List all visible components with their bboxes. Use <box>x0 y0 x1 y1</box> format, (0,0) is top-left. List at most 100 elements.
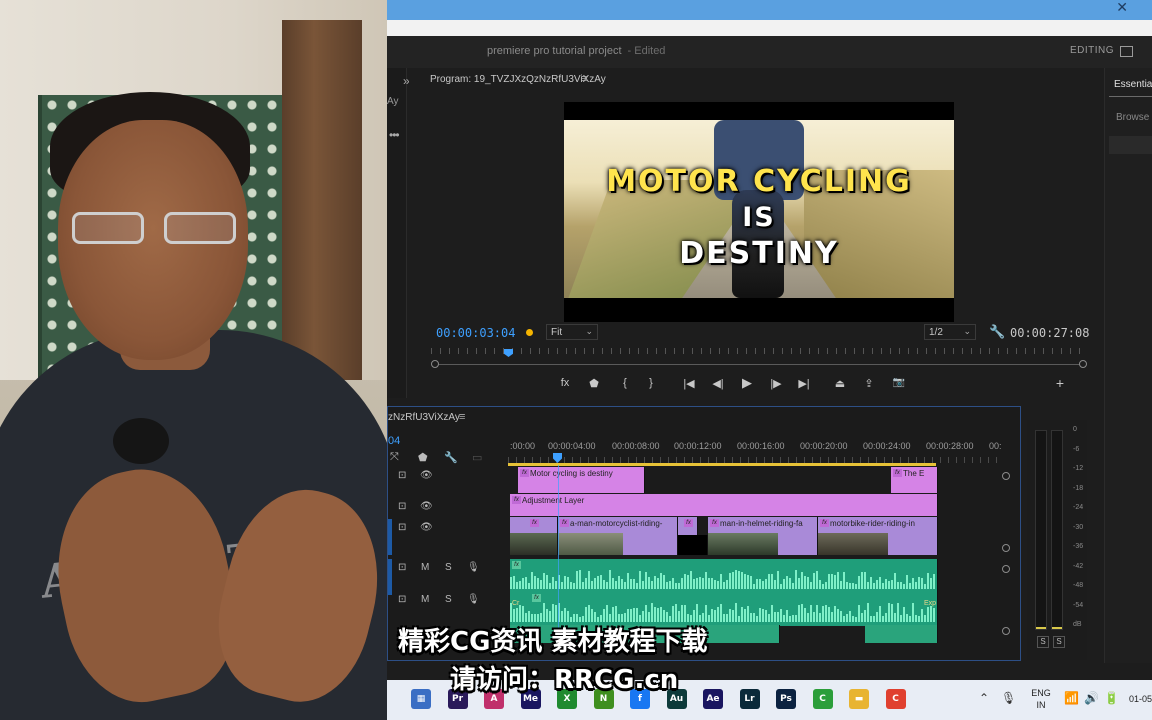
panel-menu-icon[interactable]: ≡ <box>459 411 465 423</box>
scroll-handle[interactable] <box>1002 565 1010 573</box>
add-marker-icon[interactable]: ⬟ <box>418 451 428 464</box>
mute-button[interactable]: M <box>421 562 429 573</box>
export-frame-button[interactable]: 📷 <box>891 377 907 388</box>
scroll-handle[interactable] <box>1002 544 1010 552</box>
microphone-icon[interactable]: 🎙 <box>467 562 480 573</box>
clock[interactable]: 01-05 <box>1129 694 1152 704</box>
photoshop-icon[interactable]: Ps <box>776 689 796 709</box>
snap-icon[interactable]: ⤧ <box>390 451 399 464</box>
tab-browse[interactable]: Browse <box>1116 112 1149 123</box>
eye-icon[interactable]: 👁 <box>420 501 433 512</box>
extract-button[interactable]: ⇪ <box>861 377 877 390</box>
program-viewer[interactable]: MOTOR CYCLING IS DESTINY <box>564 102 954 322</box>
go-to-in-button[interactable]: |◀ <box>681 377 697 390</box>
clip-title[interactable]: fx Motor cycling is destiny <box>518 467 645 493</box>
program-scrubber[interactable] <box>431 348 1087 368</box>
go-to-out-button[interactable]: ▶| <box>796 377 812 390</box>
clip-title[interactable]: fx The E <box>891 467 938 493</box>
audio-clip-a3[interactable] <box>865 625 938 643</box>
clip-video[interactable]: fx motorbike-rider-riding-in <box>818 517 938 555</box>
toggle-sync-icon[interactable]: ⊡ <box>398 594 406 605</box>
mark-out-button[interactable]: } <box>643 377 659 389</box>
track-header-v1: ⊡ 👁 <box>388 519 508 555</box>
browser-top-bar: ✕ <box>387 0 1152 20</box>
playback-resolution-select[interactable]: 1/2 ⌄ <box>924 324 976 340</box>
lift-button[interactable]: ⏏ <box>832 377 848 390</box>
play-button[interactable]: ▶ <box>739 375 755 391</box>
add-button[interactable]: + <box>1052 375 1068 391</box>
ruler-label: :00:00 <box>510 441 536 451</box>
camtasia-recorder-icon[interactable]: C <box>885 689 906 709</box>
battery-icon[interactable]: 🔋 <box>1104 691 1119 705</box>
clip-video[interactable]: fx a-man-motorcyclist-riding- <box>558 517 678 555</box>
zoom-handle-right[interactable] <box>1079 360 1087 368</box>
meter-right <box>1051 430 1063 630</box>
language-indicator[interactable]: ENG IN <box>1027 687 1055 711</box>
solo-right-button[interactable]: S <box>1053 636 1065 648</box>
tab-essential-graphics[interactable]: Essential <box>1114 79 1152 90</box>
search-box[interactable] <box>1109 136 1152 154</box>
settings-wrench-icon[interactable]: 🔧 <box>989 324 1005 340</box>
fx-button[interactable]: fx <box>557 377 573 389</box>
eye-icon[interactable]: 👁 <box>420 522 433 533</box>
calculator-icon[interactable]: ▦ <box>411 689 431 709</box>
playhead-timecode[interactable]: 00:00:03:04 <box>436 326 515 340</box>
audio-meters: 0 -6 -12 -18 -24 -30 -36 -42 -48 -54 dB S S <box>1027 420 1087 660</box>
solo-button[interactable]: S <box>445 562 452 573</box>
captions-icon[interactable]: ▭ <box>472 451 482 464</box>
ruler-label: 00:00:20:00 <box>800 441 848 451</box>
camtasia-icon[interactable]: C <box>812 689 833 709</box>
scroll-handle[interactable] <box>1002 627 1010 635</box>
timeline-ruler[interactable]: :00:00 00:00:04:00 00:00:08:00 00:00:12:… <box>508 435 1003 466</box>
step-forward-button[interactable]: |▶ <box>768 377 784 390</box>
playhead-handle[interactable] <box>504 349 513 357</box>
work-area-bar[interactable] <box>508 463 936 466</box>
meter-scale-label: -24 <box>1073 504 1084 511</box>
zoom-fit-select[interactable]: Fit ⌄ <box>546 324 598 340</box>
program-monitor-title[interactable]: Program: 19_TVZJXzQzNzRfU3ViXzAy <box>430 74 606 85</box>
sequence-tab[interactable]: zNzRfU3ViXzAy <box>388 412 460 423</box>
scroll-handle[interactable] <box>1002 472 1010 480</box>
microphone-icon[interactable]: 🎙 <box>1001 691 1016 705</box>
add-marker-button[interactable]: ⬟ <box>586 377 602 390</box>
clip-video[interactable]: fx <box>510 517 558 555</box>
close-icon[interactable]: ✕ <box>1116 0 1128 16</box>
meter-scale-label: -36 <box>1073 543 1084 550</box>
chevron-up-icon[interactable]: ⌃ <box>979 691 989 705</box>
mute-button[interactable]: M <box>421 594 429 605</box>
clip-adjustment-layer[interactable]: fx Adjustment Layer <box>510 494 938 516</box>
more-options-icon[interactable]: ••• <box>389 128 400 142</box>
ruler-label: 00:00:04:00 <box>548 441 596 451</box>
audio-clip-a1[interactable]: fx <box>510 559 938 593</box>
chevron-down-icon: ⌄ <box>585 326 593 336</box>
lightroom-icon[interactable]: Lr <box>739 689 760 709</box>
clip-video[interactable]: fx man-in-helmet-riding-fa <box>708 517 818 555</box>
workspace-panel-icon[interactable] <box>1120 46 1133 57</box>
step-back-button[interactable]: ◀| <box>710 377 726 390</box>
workspace-label[interactable]: EDITING <box>1070 45 1114 56</box>
toggle-sync-icon[interactable]: ⊡ <box>398 470 406 481</box>
microphone-icon[interactable]: 🎙 <box>467 594 480 605</box>
panel-menu-icon[interactable]: ≡ <box>581 73 587 85</box>
toggle-sync-icon[interactable]: ⊡ <box>398 562 406 573</box>
toggle-sync-icon[interactable]: ⊡ <box>398 522 406 533</box>
after-effects-icon[interactable]: Ae <box>703 689 723 709</box>
zoom-handle-left[interactable] <box>431 360 439 368</box>
solo-button[interactable]: S <box>445 594 452 605</box>
track-header-a1: ⊡ M S 🎙 <box>388 559 508 595</box>
speaker-icon[interactable]: 🔊 <box>1084 691 1099 705</box>
file-explorer-icon[interactable]: ▬ <box>849 689 869 709</box>
panel-tab-label[interactable]: Ay <box>387 96 399 107</box>
timeline-timecode[interactable]: 04 <box>388 435 400 447</box>
clip-black[interactable] <box>678 535 708 555</box>
meter-scale-label: -12 <box>1073 465 1084 472</box>
program-controls: 00:00:03:04 Fit ⌄ 1/2 ⌄ 🔧 00:00:27:08 <box>409 324 1099 350</box>
toggle-sync-icon[interactable]: ⊡ <box>398 501 406 512</box>
essential-graphics-panel: Essential Browse <box>1104 68 1152 663</box>
eye-icon[interactable]: 👁 <box>420 470 433 481</box>
wifi-icon[interactable]: 📶 <box>1064 691 1079 705</box>
solo-left-button[interactable]: S <box>1037 636 1049 648</box>
mark-in-button[interactable]: { <box>617 377 633 389</box>
video-title-line-2: IS <box>742 202 776 233</box>
wrench-icon[interactable]: 🔧 <box>444 451 458 464</box>
